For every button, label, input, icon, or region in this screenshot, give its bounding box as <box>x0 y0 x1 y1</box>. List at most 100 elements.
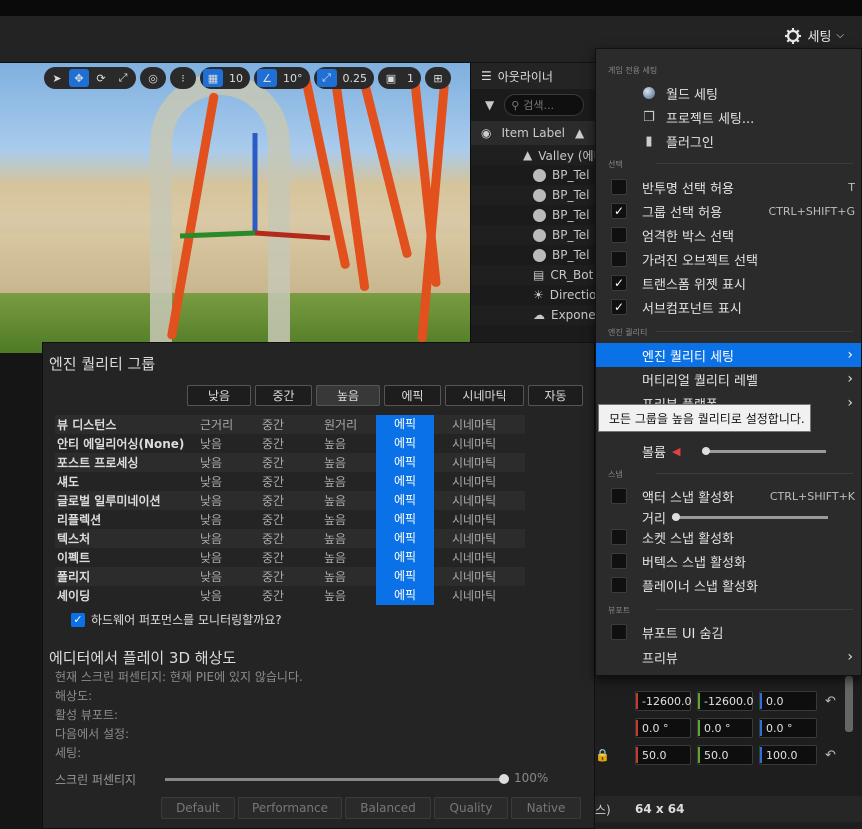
snap-distance-knob[interactable] <box>672 513 680 521</box>
quality-cell[interactable]: 시네마틱 <box>434 454 512 471</box>
quality-cell[interactable]: 중간 <box>252 416 314 433</box>
details-scrollbar[interactable] <box>845 676 853 732</box>
quality-cell[interactable]: 낮음 <box>190 530 252 547</box>
quality-cell-selected[interactable]: 에픽 <box>376 491 434 510</box>
checkbox[interactable] <box>611 577 627 593</box>
eye-icon[interactable]: ◉ <box>481 126 491 140</box>
quality-cell[interactable]: 낮음 <box>190 492 252 509</box>
volume-slider[interactable] <box>702 450 826 453</box>
sort-up-icon[interactable]: ▲ <box>575 126 584 140</box>
checkbox-checked[interactable]: ✓ <box>611 203 627 219</box>
preview-item[interactable]: 프리뷰 › <box>596 645 861 669</box>
reset-icon[interactable]: ↶ <box>825 694 836 709</box>
quality-cell[interactable]: 낮음 <box>190 454 252 471</box>
quality-cell[interactable]: 높음 <box>314 530 376 547</box>
item-label-column[interactable]: Item Label <box>501 126 565 140</box>
quality-cell[interactable]: 낮음 <box>190 435 252 452</box>
quality-cell[interactable]: 시네마틱 <box>434 473 512 490</box>
location-x-field[interactable]: -12600.0 <box>635 691 691 711</box>
scale-snap-icon[interactable]: ⤢ <box>316 69 337 87</box>
location-z-field[interactable]: 0.0 <box>759 691 817 711</box>
checkbox[interactable] <box>611 179 627 195</box>
show-transform-widget-item[interactable]: ✓ 트랜스폼 위젯 표시 <box>596 271 861 295</box>
grid-snap-icon[interactable]: ▦ <box>203 69 223 87</box>
screen-percentage-slider[interactable] <box>165 778 503 781</box>
material-quality-item[interactable]: 머티리얼 퀄리티 레벨 › <box>596 367 861 391</box>
quality-cell[interactable]: 중간 <box>252 473 314 490</box>
checkbox[interactable] <box>611 251 627 267</box>
quality-cell-selected[interactable]: 에픽 <box>376 548 434 567</box>
quality-cell[interactable]: 시네마틱 <box>434 416 512 433</box>
quality-cell[interactable]: 높음 <box>314 587 376 604</box>
outliner-column-header[interactable]: ◉ Item Label ▲ <box>471 121 598 145</box>
quality-cell[interactable]: 높음 <box>314 454 376 471</box>
rotate-snap-icon[interactable]: ∠ <box>257 69 277 87</box>
scale-y-field[interactable]: 50.0 <box>697 745 753 765</box>
quality-cell[interactable]: 높음 <box>314 492 376 509</box>
checkbox[interactable] <box>611 488 627 504</box>
quality-auto-button[interactable]: 자동 <box>528 385 583 406</box>
quality-cell[interactable]: 높음 <box>314 435 376 452</box>
list-item[interactable]: ☁ Expone <box>471 305 598 325</box>
outliner-search-input[interactable]: ⚲ 검색... <box>504 94 585 116</box>
surface-snap-icon[interactable]: ⁝ <box>173 69 193 87</box>
quality-epic-button[interactable]: 에픽 <box>384 385 441 406</box>
scale-snap-value[interactable]: 0.25 <box>339 72 372 85</box>
quality-cell[interactable]: 시네마틱 <box>434 492 512 509</box>
quality-cell[interactable]: 높음 <box>314 473 376 490</box>
screen-percentage-knob[interactable] <box>499 774 509 784</box>
quality-cell[interactable]: 낮음 <box>190 568 252 585</box>
transform-gizmo[interactable] <box>170 123 340 253</box>
checkbox-checked[interactable]: ✓ <box>611 275 627 291</box>
list-item[interactable]: ▲ Valley (에디 <box>471 145 598 165</box>
preset-default-button[interactable]: Default <box>161 797 235 819</box>
quality-cell[interactable]: 낮음 <box>190 473 252 490</box>
quality-cell-selected[interactable]: 에픽 <box>376 529 434 548</box>
layout-icon[interactable]: ⊞ <box>428 69 448 87</box>
monitor-performance-option[interactable]: ✓ 하드웨어 퍼포먼스를 모니터링할까요? <box>71 611 282 628</box>
level-viewport[interactable]: ➤ ✥ ⟳ ⤢ ◎ ⁝ ▦ 10 ∠ 10° ⤢ 0.25 ▣ 1 ⊞ <box>0 63 470 353</box>
filter-icon[interactable]: ▼ <box>485 98 494 112</box>
world-space-icon[interactable]: ◎ <box>143 69 163 87</box>
rotate-snap-value[interactable]: 10° <box>279 72 307 85</box>
planar-snap-item[interactable]: 플레이너 스냅 활성화 <box>596 573 861 597</box>
monitor-performance-checkbox[interactable]: ✓ <box>71 612 85 627</box>
rotate-tool-icon[interactable]: ⟳ <box>91 69 111 87</box>
vertex-snap-item[interactable]: 버텍스 스냅 활성화 <box>596 549 861 573</box>
move-tool-icon[interactable]: ✥ <box>69 69 89 87</box>
quality-cell[interactable]: 중간 <box>252 549 314 566</box>
quality-cell[interactable]: 중간 <box>252 511 314 528</box>
quality-cell-selected[interactable]: 에픽 <box>376 510 434 529</box>
quality-cell[interactable]: 시네마틱 <box>434 549 512 566</box>
list-item[interactable]: BP_Tel <box>471 165 598 185</box>
checkbox[interactable] <box>611 227 627 243</box>
plugins-item[interactable]: ▮ 플러그인 <box>596 129 861 153</box>
quality-cell[interactable]: 낮음 <box>190 587 252 604</box>
quality-cell[interactable]: 시네마틱 <box>434 530 512 547</box>
quality-cell-selected[interactable]: 에픽 <box>376 434 434 453</box>
lock-icon[interactable]: 🔒 <box>595 748 610 762</box>
quality-cell[interactable]: 중간 <box>252 530 314 547</box>
quality-cell[interactable]: 중간 <box>252 492 314 509</box>
quality-cell[interactable]: 높음 <box>314 568 376 585</box>
scale-tool-icon[interactable]: ⤢ <box>113 69 133 87</box>
allow-group-select-item[interactable]: ✓ 그룹 선택 허용 CTRL+SHIFT+G <box>596 199 861 223</box>
quality-cell-selected[interactable]: 에픽 <box>376 586 434 605</box>
show-subcomponents-item[interactable]: ✓ 서브컴포넌트 표시 <box>596 295 861 319</box>
rotation-y-field[interactable]: 0.0 ° <box>697 718 753 738</box>
quality-high-button[interactable]: 높음 <box>316 385 380 406</box>
preset-performance-button[interactable]: Performance <box>238 797 342 819</box>
select-tool-icon[interactable]: ➤ <box>47 69 67 87</box>
rotation-z-field[interactable]: 0.0 ° <box>759 718 817 738</box>
quality-cell[interactable]: 낮음 <box>190 511 252 528</box>
list-item[interactable]: BP_Tel <box>471 205 598 225</box>
quality-cell[interactable]: 중간 <box>252 587 314 604</box>
list-item[interactable]: BP_Tel <box>471 185 598 205</box>
scale-x-field[interactable]: 50.0 <box>635 745 691 765</box>
scale-z-field[interactable]: 100.0 <box>759 745 817 765</box>
settings-button[interactable]: 세팅 ⌵ <box>784 26 844 45</box>
quality-cell-selected[interactable]: 에픽 <box>376 415 434 434</box>
quality-cell-selected[interactable]: 에픽 <box>376 453 434 472</box>
location-y-field[interactable]: -12600.0 <box>697 691 753 711</box>
world-settings-item[interactable]: 월드 세팅 <box>596 81 861 105</box>
